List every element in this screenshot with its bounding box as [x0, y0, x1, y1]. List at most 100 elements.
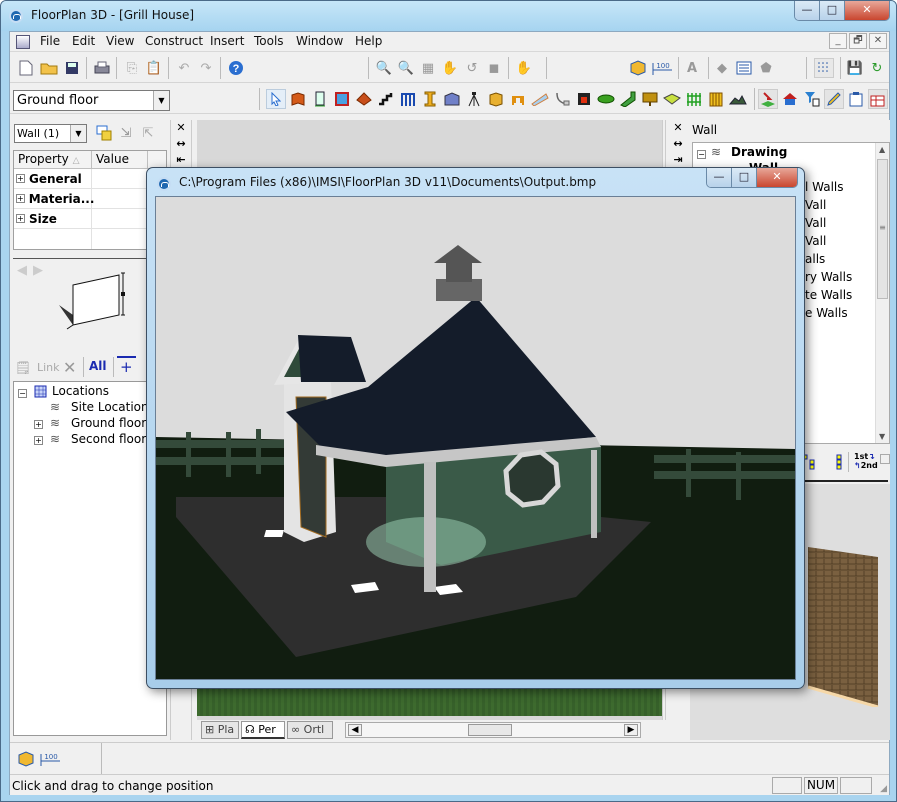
resize-grip-icon[interactable]: ◢	[880, 784, 887, 794]
reorder-icon[interactable]: 1st↴ ↰2nd	[854, 452, 878, 470]
document-icon[interactable]	[16, 35, 30, 49]
expand-panel-icon[interactable]: ↔	[666, 136, 690, 152]
tab-plan[interactable]: ⊞ Pla	[201, 721, 239, 739]
save-icon[interactable]	[62, 58, 82, 78]
railing-tool-icon[interactable]	[398, 89, 418, 109]
value-column-header[interactable]: Value	[92, 151, 148, 168]
tree-item[interactable]: alls	[805, 252, 825, 266]
expand-icon[interactable]: +	[34, 420, 43, 429]
mdi-close-button[interactable]: ✕	[869, 33, 887, 49]
paste-icon[interactable]: 📋	[144, 58, 164, 78]
pencil-edit-icon[interactable]	[824, 89, 844, 109]
select-arrow-icon[interactable]	[266, 89, 286, 109]
material-fill-icon[interactable]: ⬟	[756, 58, 776, 78]
door-tool-icon[interactable]	[310, 89, 330, 109]
scroll-thumb[interactable]	[468, 724, 512, 736]
close-button[interactable]: ✕	[845, 1, 889, 20]
expand-icon[interactable]: +	[16, 174, 25, 183]
title-bar[interactable]: FloorPlan 3D - [Grill House] — □ ✕	[1, 1, 896, 31]
menu-window[interactable]: Window	[296, 34, 343, 48]
expand-panel-icon[interactable]: ↔	[171, 136, 191, 152]
zoom-out-icon[interactable]: 🔍	[396, 58, 416, 78]
previous-arrow-icon[interactable]: ◀	[17, 263, 27, 278]
column-tool-icon[interactable]	[420, 89, 440, 109]
tree-item[interactable]: Vall	[805, 234, 826, 248]
pan-hand-icon[interactable]: ✋	[440, 58, 460, 78]
close-panel-icon[interactable]: ✕	[171, 120, 191, 136]
house-icon[interactable]	[780, 89, 800, 109]
menu-edit[interactable]: Edit	[72, 34, 95, 48]
import-icon[interactable]	[758, 89, 778, 109]
tree-scrollbar[interactable]: ▲ ≡ ▼	[875, 143, 889, 443]
table-edit-icon[interactable]	[868, 89, 888, 109]
tree-item[interactable]: te Walls	[805, 288, 852, 302]
mdi-minimize-button[interactable]: _	[829, 33, 847, 49]
plumbing-tool-icon[interactable]	[552, 89, 572, 109]
tree-item-site-location[interactable]: Site Location	[71, 400, 149, 414]
3d-view-icon[interactable]	[628, 58, 648, 78]
zoom-in-icon[interactable]: 🔍	[374, 58, 394, 78]
property-row[interactable]: + General	[14, 169, 166, 189]
survey-tripod-icon[interactable]	[464, 89, 484, 109]
menu-construct[interactable]: Construct	[145, 34, 203, 48]
scroll-up-icon[interactable]: ▲	[879, 145, 885, 154]
image-viewer-window[interactable]: C:\Program Files (x86)\IMSI\FloorPlan 3D…	[146, 167, 805, 689]
close-panel-icon[interactable]: ✕	[666, 120, 690, 136]
ramp-tool-icon[interactable]	[618, 89, 638, 109]
shrub-tool-icon[interactable]	[596, 89, 616, 109]
redo-icon[interactable]: ↷	[196, 58, 216, 78]
tree-item[interactable]: e Walls	[805, 306, 848, 320]
menu-insert[interactable]: Insert	[210, 34, 244, 48]
menu-help[interactable]: Help	[355, 34, 382, 48]
show-all-button[interactable]: All	[89, 359, 107, 373]
property-column-header[interactable]: Property △	[14, 151, 92, 168]
terrain-tool-icon[interactable]	[728, 89, 748, 109]
floor-selector[interactable]: Ground floor ▼	[13, 90, 170, 111]
menu-view[interactable]: View	[106, 34, 134, 48]
menu-file[interactable]: File	[40, 34, 60, 48]
properties-list-icon[interactable]	[734, 58, 754, 78]
zoom-previous-icon[interactable]: ↺	[462, 58, 482, 78]
property-row[interactable]: + Size	[14, 209, 166, 229]
viewer-close-button[interactable]: ✕	[757, 168, 797, 187]
stairs-tool-icon[interactable]	[376, 89, 396, 109]
room-tool-icon[interactable]	[442, 89, 462, 109]
gate-tool-icon[interactable]	[706, 89, 726, 109]
collapse-icon[interactable]: −	[18, 389, 27, 398]
scroll-right-icon[interactable]: ▶	[624, 724, 638, 736]
select-object-icon[interactable]	[94, 123, 114, 143]
undo-icon[interactable]: ↶	[174, 58, 194, 78]
expand-icon[interactable]: +	[34, 436, 43, 445]
copy-icon[interactable]: ⎘	[122, 58, 142, 78]
mdi-restore-button[interactable]: 🗗	[849, 33, 867, 49]
3d-view-icon[interactable]	[16, 749, 36, 769]
collapse-icon[interactable]: −	[697, 150, 706, 159]
select-pointer-icon[interactable]: ⇱	[138, 123, 158, 143]
tree-item[interactable]: Vall	[805, 198, 826, 212]
roof-tool-icon[interactable]	[354, 89, 374, 109]
scroll-left-icon[interactable]: ◀	[348, 724, 362, 736]
delete-location-icon[interactable]: ✕	[63, 358, 76, 377]
zoom-window-icon[interactable]: ▦	[418, 58, 438, 78]
minimize-button[interactable]: —	[795, 1, 820, 20]
checkbox-icon[interactable]	[880, 454, 890, 464]
grid-toggle-icon[interactable]	[814, 58, 834, 78]
tab-perspective[interactable]: ☊ Per	[241, 721, 285, 739]
collapse-panel-icon[interactable]: ⇤	[171, 152, 191, 168]
print-icon[interactable]	[92, 58, 112, 78]
window-tool-icon[interactable]	[332, 89, 352, 109]
tree-item[interactable]: ry Walls	[805, 270, 852, 284]
viewer-maximize-button[interactable]: □	[732, 168, 757, 187]
collapse-panel-icon[interactable]: ⇥	[666, 152, 690, 168]
filter-icon[interactable]	[802, 89, 822, 109]
skylight-tool-icon[interactable]	[530, 89, 550, 109]
menu-tools[interactable]: Tools	[254, 34, 284, 48]
property-row[interactable]: + Materia...	[14, 189, 166, 209]
tree-item[interactable]: l Walls	[805, 180, 844, 194]
wall-tool-icon[interactable]	[288, 89, 308, 109]
scroll-down-icon[interactable]: ▼	[879, 432, 885, 441]
tree-item[interactable]: Vall	[805, 216, 826, 230]
cabinet-tool-icon[interactable]	[486, 89, 506, 109]
open-folder-icon[interactable]	[39, 58, 59, 78]
deck-tool-icon[interactable]	[662, 89, 682, 109]
